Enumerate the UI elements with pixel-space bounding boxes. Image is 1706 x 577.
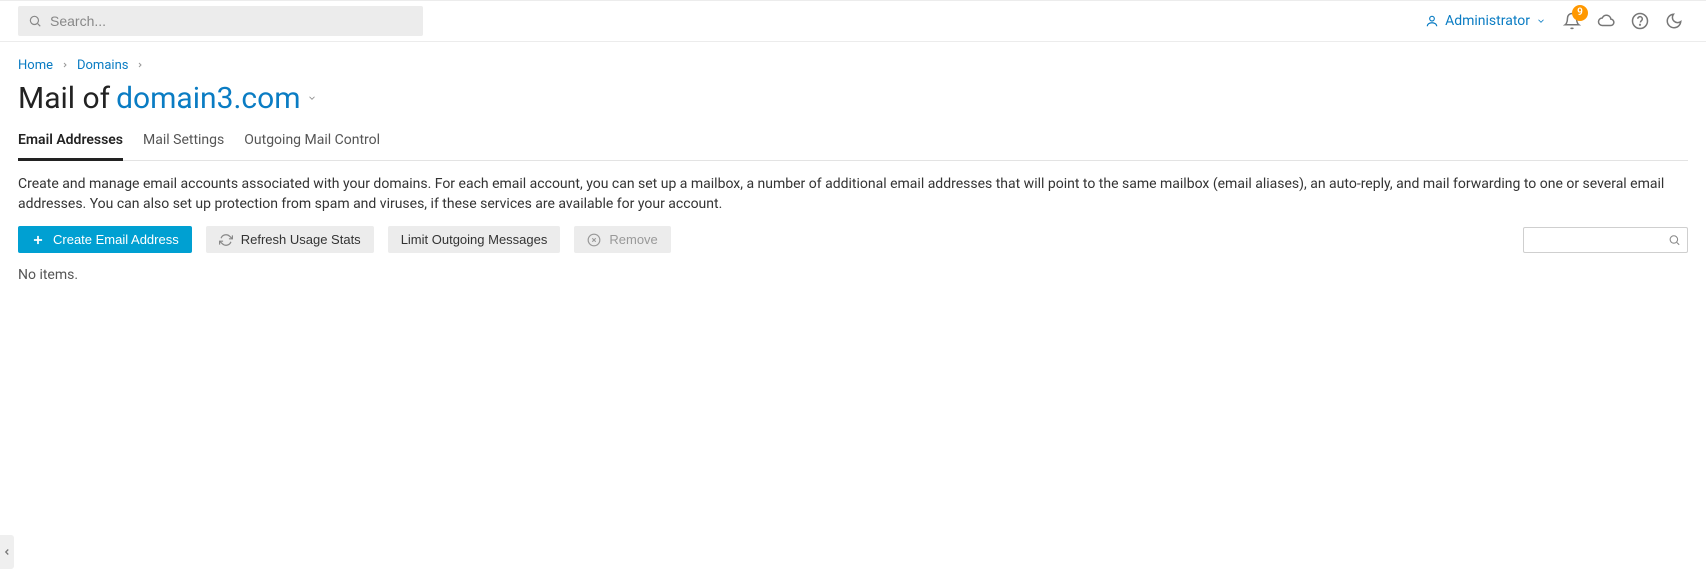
notification-badge: 9 <box>1572 5 1588 21</box>
create-email-address-button[interactable]: Create Email Address <box>18 226 192 253</box>
user-menu[interactable]: Administrator <box>1419 9 1552 33</box>
tab-email-addresses[interactable]: Email Addresses <box>18 126 123 161</box>
remove-button[interactable]: Remove <box>574 226 670 253</box>
breadcrumb-separator <box>61 58 69 73</box>
refresh-usage-stats-button[interactable]: Refresh Usage Stats <box>206 226 374 253</box>
tab-outgoing-mail-control[interactable]: Outgoing Mail Control <box>244 126 380 161</box>
breadcrumb-domains[interactable]: Domains <box>77 58 128 73</box>
help-button[interactable] <box>1626 7 1654 35</box>
create-email-address-label: Create Email Address <box>53 232 179 247</box>
tabs: Email Addresses Mail Settings Outgoing M… <box>18 126 1688 161</box>
toolbar: Create Email Address Refresh Usage Stats… <box>18 226 1688 253</box>
domain-switch-caret[interactable] <box>307 92 317 106</box>
search-input[interactable] <box>48 12 413 30</box>
topbar: Administrator 9 <box>0 0 1706 42</box>
sidebar-expand-handle[interactable] <box>0 535 14 569</box>
remove-label: Remove <box>609 232 657 247</box>
chevron-down-icon <box>307 93 317 103</box>
user-icon <box>1425 14 1439 28</box>
chevron-left-icon <box>2 547 12 557</box>
refresh-usage-stats-label: Refresh Usage Stats <box>241 232 361 247</box>
user-label: Administrator <box>1445 13 1530 29</box>
plus-icon <box>31 233 45 247</box>
search-icon <box>28 14 42 28</box>
theme-toggle[interactable] <box>1660 7 1688 35</box>
tab-mail-settings[interactable]: Mail Settings <box>143 126 224 161</box>
cloud-icon <box>1597 12 1615 30</box>
table-search[interactable] <box>1523 227 1688 253</box>
page-description: Create and manage email accounts associa… <box>18 175 1688 214</box>
search-icon <box>1668 233 1681 247</box>
page-title: Mail of domain3.com <box>18 81 1688 116</box>
main-content: Home Domains Mail of domain3.com Email A… <box>0 42 1706 295</box>
moon-icon <box>1665 12 1683 30</box>
breadcrumb-home[interactable]: Home <box>18 58 53 73</box>
breadcrumb: Home Domains <box>18 58 1688 73</box>
notifications-button[interactable]: 9 <box>1558 7 1586 35</box>
refresh-icon <box>219 233 233 247</box>
breadcrumb-separator <box>136 58 144 73</box>
global-search[interactable] <box>18 6 423 36</box>
table-search-input[interactable] <box>1530 231 1668 248</box>
chevron-down-icon <box>1536 16 1546 26</box>
remove-icon <box>587 233 601 247</box>
cloud-button[interactable] <box>1592 7 1620 35</box>
topbar-right: Administrator 9 <box>1419 7 1688 35</box>
page-title-prefix: Mail of <box>18 81 110 116</box>
limit-outgoing-messages-button[interactable]: Limit Outgoing Messages <box>388 226 561 253</box>
limit-outgoing-messages-label: Limit Outgoing Messages <box>401 232 548 247</box>
page-title-domain[interactable]: domain3.com <box>116 81 300 116</box>
empty-state: No items. <box>18 267 1688 283</box>
help-icon <box>1631 12 1649 30</box>
